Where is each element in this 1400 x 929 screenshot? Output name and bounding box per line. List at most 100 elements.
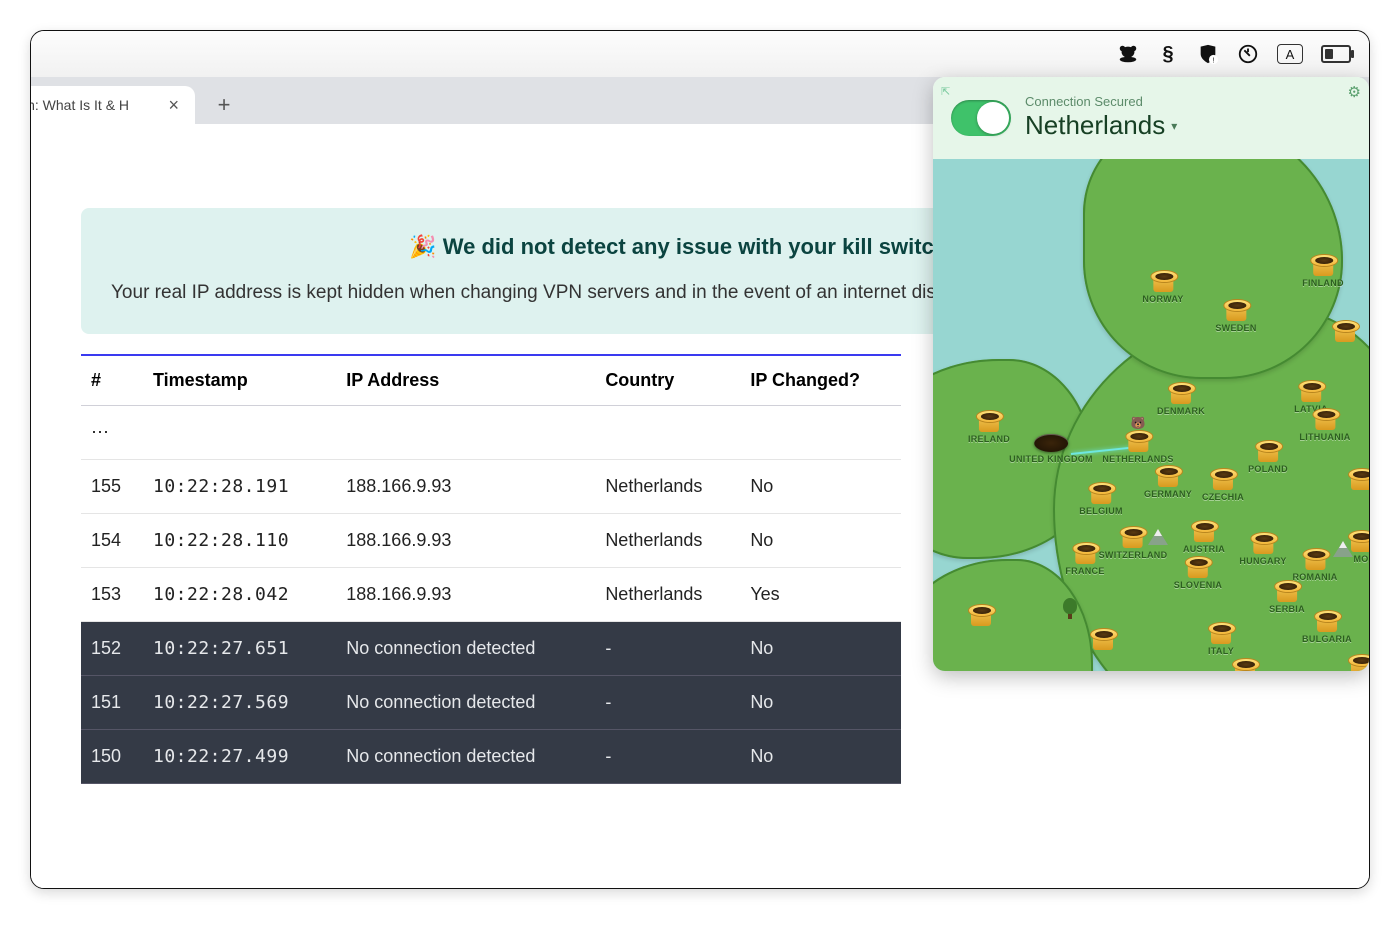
close-tab-icon[interactable]: × bbox=[164, 95, 183, 116]
table-row: 15310:22:28.042188.166.9.93NetherlandsYe… bbox=[81, 568, 901, 622]
table-row: 15410:22:28.110188.166.9.93NetherlandsNo bbox=[81, 514, 901, 568]
svg-text:!: ! bbox=[1212, 55, 1214, 64]
map-marker-poland[interactable]: POLAND bbox=[1248, 440, 1288, 474]
map-marker-mo[interactable]: MO bbox=[1348, 530, 1369, 564]
map-marker-ireland[interactable]: IRELAND bbox=[968, 410, 1010, 444]
cell-changed: No bbox=[740, 676, 901, 730]
map-marker-slovenia[interactable]: SLOVENIA bbox=[1174, 556, 1222, 590]
pipe-icon bbox=[1232, 658, 1258, 671]
map-marker-sweden[interactable]: SWEDEN bbox=[1215, 299, 1256, 333]
pipe-icon bbox=[1191, 520, 1217, 542]
cell-index: 153 bbox=[81, 568, 143, 622]
new-tab-button[interactable]: + bbox=[209, 90, 239, 120]
connection-menubar-icon[interactable] bbox=[1237, 43, 1259, 65]
pipe-icon bbox=[1348, 654, 1369, 671]
pipe-icon bbox=[968, 604, 994, 626]
cell-index: 154 bbox=[81, 514, 143, 568]
input-source-icon[interactable]: A bbox=[1277, 44, 1303, 64]
map-marker-united-kingdom[interactable]: UNITED KINGDOM bbox=[1009, 434, 1093, 464]
cell-ip: 188.166.9.93 bbox=[336, 460, 595, 514]
pipe-icon bbox=[1168, 382, 1194, 404]
scroll-cut-indicator: ⋯ bbox=[81, 406, 901, 460]
map-marker-czechia[interactable]: CZECHIA bbox=[1202, 468, 1244, 502]
table-row: 15110:22:27.569No connection detected-No bbox=[81, 676, 901, 730]
map-marker-unnamed[interactable] bbox=[1232, 658, 1258, 671]
pipe-icon bbox=[1274, 580, 1300, 602]
pipe-icon bbox=[1090, 628, 1116, 650]
cell-changed: No bbox=[740, 460, 901, 514]
pipe-icon bbox=[1223, 299, 1249, 321]
map-marker-germany[interactable]: GERMANY bbox=[1144, 465, 1192, 499]
app-window: § ! A witch: What Is It & H × + 🎉 bbox=[30, 30, 1370, 889]
pipe-icon bbox=[1072, 542, 1098, 564]
map-marker-unnamed[interactable] bbox=[1348, 654, 1369, 671]
map-marker-serbia[interactable]: SERBIA bbox=[1269, 580, 1305, 614]
pipe-icon bbox=[1348, 468, 1369, 490]
map-marker-unnamed[interactable] bbox=[1332, 320, 1358, 342]
table-row: 15210:22:27.651No connection detected-No bbox=[81, 622, 901, 676]
battery-icon[interactable] bbox=[1321, 45, 1351, 63]
cell-index: 151 bbox=[81, 676, 143, 730]
pipe-icon bbox=[1348, 530, 1369, 552]
map-marker-norway[interactable]: NORWAY bbox=[1142, 270, 1183, 304]
cell-index: 152 bbox=[81, 622, 143, 676]
pipe-icon bbox=[1150, 270, 1176, 292]
cell-timestamp: 10:22:28.042 bbox=[143, 568, 336, 622]
pipe-icon bbox=[1314, 610, 1340, 632]
tunnel-origin-icon bbox=[1034, 434, 1068, 452]
pipe-icon bbox=[1120, 526, 1146, 548]
map-marker-bulgaria[interactable]: BULGARIA bbox=[1302, 610, 1352, 644]
killswitch-log-table: # Timestamp IP Address Country IP Change… bbox=[81, 354, 901, 784]
map-marker-unnamed[interactable] bbox=[1348, 468, 1369, 490]
pipe-icon bbox=[1250, 532, 1276, 554]
macos-menubar: § ! A bbox=[31, 31, 1369, 78]
map-marker-denmark[interactable]: DENMARK bbox=[1157, 382, 1205, 416]
pipe-icon bbox=[1185, 556, 1211, 578]
cell-index: 155 bbox=[81, 460, 143, 514]
section-menubar-icon[interactable]: § bbox=[1157, 43, 1179, 65]
pipe-icon bbox=[1312, 408, 1338, 430]
map-marker-unnamed[interactable] bbox=[968, 604, 994, 626]
map-marker-romania[interactable]: ROMANIA bbox=[1292, 548, 1337, 582]
map-marker-belgium[interactable]: BELGIUM bbox=[1079, 482, 1123, 516]
map-marker-unnamed[interactable] bbox=[1090, 628, 1116, 650]
table-row: 15510:22:28.191188.166.9.93NetherlandsNo bbox=[81, 460, 901, 514]
browser-tab[interactable]: witch: What Is It & H × bbox=[30, 86, 195, 124]
cell-changed: No bbox=[740, 514, 901, 568]
gear-icon[interactable]: ⚙ bbox=[1348, 83, 1361, 101]
cell-index: 150 bbox=[81, 730, 143, 784]
cell-timestamp: 10:22:28.110 bbox=[143, 514, 336, 568]
col-ip: IP Address bbox=[336, 355, 595, 406]
cell-timestamp: 10:22:28.191 bbox=[143, 460, 336, 514]
cell-ip: 188.166.9.93 bbox=[336, 568, 595, 622]
minimize-icon[interactable]: ⇱ bbox=[941, 85, 950, 98]
malwarebytes-menubar-icon[interactable]: ! bbox=[1197, 43, 1219, 65]
vpn-toggle[interactable] bbox=[951, 100, 1011, 136]
pipe-icon bbox=[1210, 468, 1236, 490]
cell-country: - bbox=[595, 730, 740, 784]
cell-timestamp: 10:22:27.499 bbox=[143, 730, 336, 784]
map-marker-netherlands[interactable]: 🐻NETHERLANDS bbox=[1102, 430, 1173, 464]
vpn-status: Connection Secured bbox=[1025, 95, 1177, 108]
pipe-icon bbox=[1125, 430, 1151, 452]
pipe-icon bbox=[1298, 380, 1324, 402]
tunnelbear-menubar-icon[interactable] bbox=[1117, 43, 1139, 65]
tunnelbear-popover: ⇱ ⚙ Connection Secured Netherlands▾ bbox=[933, 77, 1369, 671]
col-index: # bbox=[81, 355, 143, 406]
map-marker-lithuania[interactable]: LITHUANIA bbox=[1299, 408, 1350, 442]
chevron-down-icon: ▾ bbox=[1171, 119, 1177, 133]
map-marker-switzerland[interactable]: SWITZERLAND bbox=[1099, 526, 1168, 560]
map-marker-hungary[interactable]: HUNGARY bbox=[1239, 532, 1286, 566]
map-marker-france[interactable]: FRANCE bbox=[1065, 542, 1104, 576]
map-marker-austria[interactable]: AUSTRIA bbox=[1183, 520, 1225, 554]
col-timestamp: Timestamp bbox=[143, 355, 336, 406]
cell-country: Netherlands bbox=[595, 460, 740, 514]
cell-country: - bbox=[595, 622, 740, 676]
map-marker-italy[interactable]: ITALY bbox=[1208, 622, 1234, 656]
vpn-country-selector[interactable]: Netherlands▾ bbox=[1025, 110, 1177, 141]
pipe-icon bbox=[1332, 320, 1358, 342]
map-marker-finland[interactable]: FINLAND bbox=[1302, 254, 1344, 288]
vpn-header: Connection Secured Netherlands▾ bbox=[933, 77, 1369, 159]
cell-changed: No bbox=[740, 730, 901, 784]
vpn-map[interactable]: NORWAYSWEDENFINLANDDENMARKLATVIALITHUANI… bbox=[933, 159, 1369, 671]
